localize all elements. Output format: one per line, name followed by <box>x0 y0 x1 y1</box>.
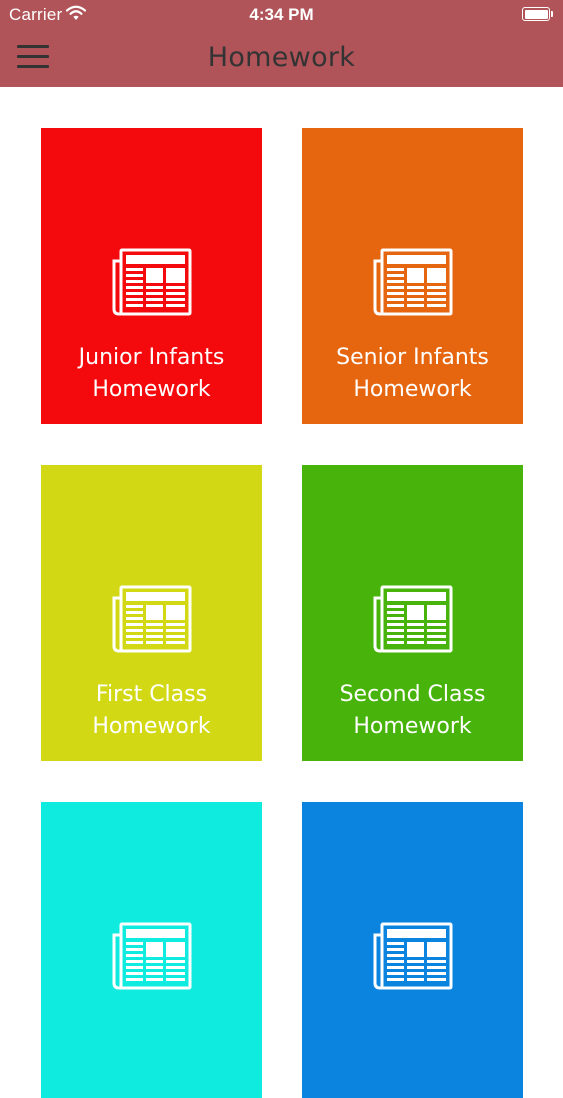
newspaper-icon <box>370 584 454 654</box>
tile-label-line1: First Class <box>95 682 208 707</box>
battery-tip <box>551 11 553 17</box>
tile-label-line2: Homework <box>92 377 211 402</box>
homework-tile[interactable] <box>41 802 262 1098</box>
battery-icon <box>522 7 550 21</box>
tile-label-line2: Homework <box>353 714 472 739</box>
newspaper-icon <box>109 584 193 654</box>
homework-tile[interactable]: Senior Infants Homework <box>302 128 523 424</box>
header-bar: Carrier 4:34 PM Homework <box>0 0 563 87</box>
newspaper-icon <box>370 921 454 991</box>
tile-label: Second Class Homework <box>302 679 523 743</box>
tile-label-line2: Homework <box>353 377 472 402</box>
newspaper-icon <box>370 247 454 317</box>
homework-tile[interactable] <box>302 802 523 1098</box>
newspaper-icon <box>109 921 193 991</box>
tile-label: Senior Infants Homework <box>302 342 523 406</box>
page-title: Homework <box>207 42 356 73</box>
status-bar: Carrier 4:34 PM <box>0 0 563 30</box>
tile-label-line1: Junior Infants <box>78 345 225 370</box>
tile-label-line1: Senior Infants <box>336 345 489 370</box>
tile-label: First Class Homework <box>41 679 262 743</box>
homework-tile[interactable]: First Class Homework <box>41 465 262 761</box>
tile-label: Junior Infants Homework <box>41 342 262 406</box>
tile-label-line1: Second Class <box>339 682 486 707</box>
tile-label-line2: Homework <box>92 714 211 739</box>
status-time: 4:34 PM <box>249 5 314 24</box>
newspaper-icon <box>109 247 193 317</box>
homework-tile[interactable]: Junior Infants Homework <box>41 128 262 424</box>
homework-tile[interactable]: Second Class Homework <box>302 465 523 761</box>
